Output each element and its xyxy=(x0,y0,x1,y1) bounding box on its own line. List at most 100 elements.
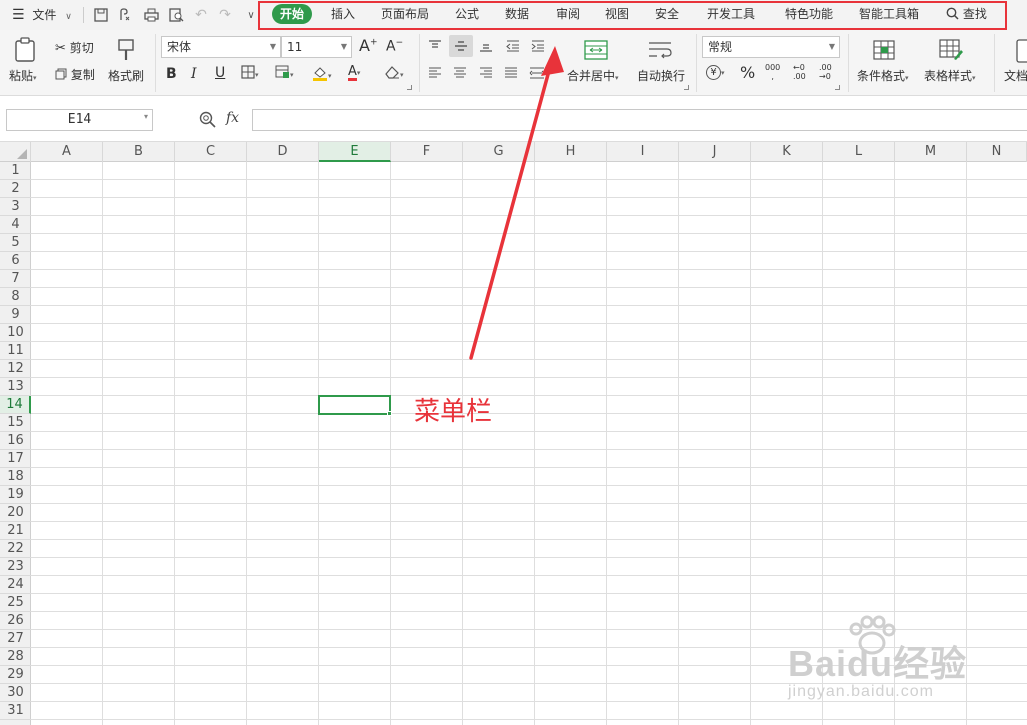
row-header[interactable]: 17 xyxy=(0,450,31,468)
justify-icon[interactable] xyxy=(502,65,520,81)
row-header[interactable]: 25 xyxy=(0,594,31,612)
undo-icon[interactable]: ↶ xyxy=(192,6,210,24)
tab-home[interactable]: 开始 xyxy=(272,4,313,24)
increase-decimal-icon[interactable]: ←0.00 xyxy=(793,63,806,81)
column-header[interactable]: K xyxy=(751,142,823,162)
currency-icon[interactable]: ¥ ▾ xyxy=(706,64,725,80)
column-header[interactable]: A xyxy=(31,142,103,162)
distribute-icon[interactable] xyxy=(527,65,547,81)
save-icon[interactable] xyxy=(92,6,110,24)
fill-color-icon[interactable]: ▾ xyxy=(312,65,332,81)
row-header[interactable]: 20 xyxy=(0,504,31,522)
row-header[interactable]: 5 xyxy=(0,234,31,252)
merge-center-icon[interactable] xyxy=(583,39,609,61)
conditional-format-icon[interactable] xyxy=(871,39,897,61)
font-color-icon[interactable]: A▾ xyxy=(348,64,360,81)
row-header[interactable]: 4 xyxy=(0,216,31,234)
row-header[interactable]: 10 xyxy=(0,324,31,342)
row-header[interactable]: 29 xyxy=(0,666,31,684)
column-header[interactable]: M xyxy=(895,142,967,162)
selected-cell[interactable] xyxy=(318,395,391,415)
font-name-select[interactable]: 宋体 ▼ xyxy=(161,36,281,58)
search-button[interactable]: 查找 xyxy=(946,4,987,24)
row-header[interactable]: 9 xyxy=(0,306,31,324)
paste-button[interactable]: 粘贴▾ xyxy=(9,67,37,84)
italic-icon[interactable]: I xyxy=(191,66,197,82)
row-header[interactable]: 13 xyxy=(0,378,31,396)
decrease-indent-icon[interactable] xyxy=(504,38,522,54)
increase-font-icon[interactable]: A+ xyxy=(359,36,378,55)
row-header[interactable]: 27 xyxy=(0,630,31,648)
clear-format-icon[interactable]: ▾ xyxy=(384,65,404,80)
tab-smart-toolbox[interactable]: 智能工具箱 xyxy=(859,4,919,24)
align-left-icon[interactable] xyxy=(426,65,444,81)
number-dialog-launcher[interactable] xyxy=(835,85,840,90)
row-header[interactable]: 8 xyxy=(0,288,31,306)
tab-formulas[interactable]: 公式 xyxy=(455,4,479,24)
row-header[interactable]: 30 xyxy=(0,684,31,702)
decrease-decimal-icon[interactable]: .00 →0 xyxy=(819,63,832,81)
fill-handle[interactable] xyxy=(387,411,392,416)
tab-special-features[interactable]: 特色功能 xyxy=(785,4,833,24)
fx-icon[interactable]: fx xyxy=(226,110,239,126)
copy-button[interactable]: 复制 xyxy=(55,66,95,83)
document-icon[interactable] xyxy=(1015,39,1027,63)
row-header[interactable]: 7 xyxy=(0,270,31,288)
align-bottom-icon[interactable] xyxy=(477,38,495,54)
cut-button[interactable]: ✂ 剪切 xyxy=(55,39,94,56)
column-header[interactable]: N xyxy=(967,142,1027,162)
tab-review[interactable]: 审阅 xyxy=(556,4,580,24)
wrap-text-label[interactable]: 自动换行 xyxy=(637,67,685,84)
row-header[interactable]: 21 xyxy=(0,522,31,540)
tab-developer[interactable]: 开发工具 xyxy=(707,4,755,24)
font-size-select[interactable]: 11 ▼ xyxy=(281,36,352,58)
alignment-dialog-launcher[interactable] xyxy=(684,85,689,90)
tab-view[interactable]: 视图 xyxy=(605,4,629,24)
select-all-corner[interactable] xyxy=(0,142,31,162)
format-painter-icon[interactable] xyxy=(114,38,138,62)
tab-page-layout[interactable]: 页面布局 xyxy=(381,4,429,24)
paste-icon[interactable] xyxy=(13,37,39,63)
row-header[interactable]: 22 xyxy=(0,540,31,558)
row-header[interactable]: 3 xyxy=(0,198,31,216)
align-middle-icon[interactable] xyxy=(449,35,473,57)
zoom-search-icon[interactable] xyxy=(199,111,216,131)
align-right-icon[interactable] xyxy=(477,65,495,81)
underline-icon[interactable]: U xyxy=(215,65,225,81)
row-header[interactable]: 11 xyxy=(0,342,31,360)
percent-icon[interactable]: % xyxy=(740,63,755,82)
document-label[interactable]: 文档 xyxy=(1004,67,1027,84)
thousands-separator-icon[interactable]: 000, xyxy=(765,63,780,81)
row-header[interactable]: 15 xyxy=(0,414,31,432)
increase-indent-icon[interactable] xyxy=(529,38,547,54)
row-header[interactable]: 2 xyxy=(0,180,31,198)
row-header[interactable]: 1 xyxy=(0,162,31,180)
row-header[interactable]: 24 xyxy=(0,576,31,594)
column-header[interactable]: H xyxy=(535,142,607,162)
export-icon[interactable] xyxy=(116,6,134,24)
conditional-format-button[interactable]: 条件格式▾ xyxy=(857,67,909,84)
column-header[interactable]: G xyxy=(463,142,535,162)
row-header[interactable]: 28 xyxy=(0,648,31,666)
row-header[interactable]: 16 xyxy=(0,432,31,450)
number-format-select[interactable]: 常规 ▼ xyxy=(702,36,840,58)
column-header[interactable]: I xyxy=(607,142,679,162)
column-header[interactable]: B xyxy=(103,142,175,162)
merge-center-button[interactable]: 合并居中▾ xyxy=(567,67,619,84)
tab-data[interactable]: 数据 xyxy=(505,4,529,24)
formula-input[interactable] xyxy=(252,109,1027,131)
column-header-active[interactable]: E xyxy=(319,142,391,162)
align-top-icon[interactable] xyxy=(426,38,444,54)
name-box[interactable]: E14 xyxy=(6,109,153,131)
row-header[interactable]: 23 xyxy=(0,558,31,576)
wrap-text-icon[interactable] xyxy=(647,39,673,61)
row-header[interactable]: 12 xyxy=(0,360,31,378)
table-style-icon[interactable] xyxy=(938,39,964,61)
print-icon[interactable] xyxy=(142,6,160,24)
cell-style-icon[interactable]: ▾ xyxy=(275,65,294,80)
column-header[interactable]: L xyxy=(823,142,895,162)
row-header[interactable]: 26 xyxy=(0,612,31,630)
format-painter-label[interactable]: 格式刷 xyxy=(108,67,144,84)
row-header-active[interactable]: 14 xyxy=(0,396,31,414)
column-header[interactable]: J xyxy=(679,142,751,162)
